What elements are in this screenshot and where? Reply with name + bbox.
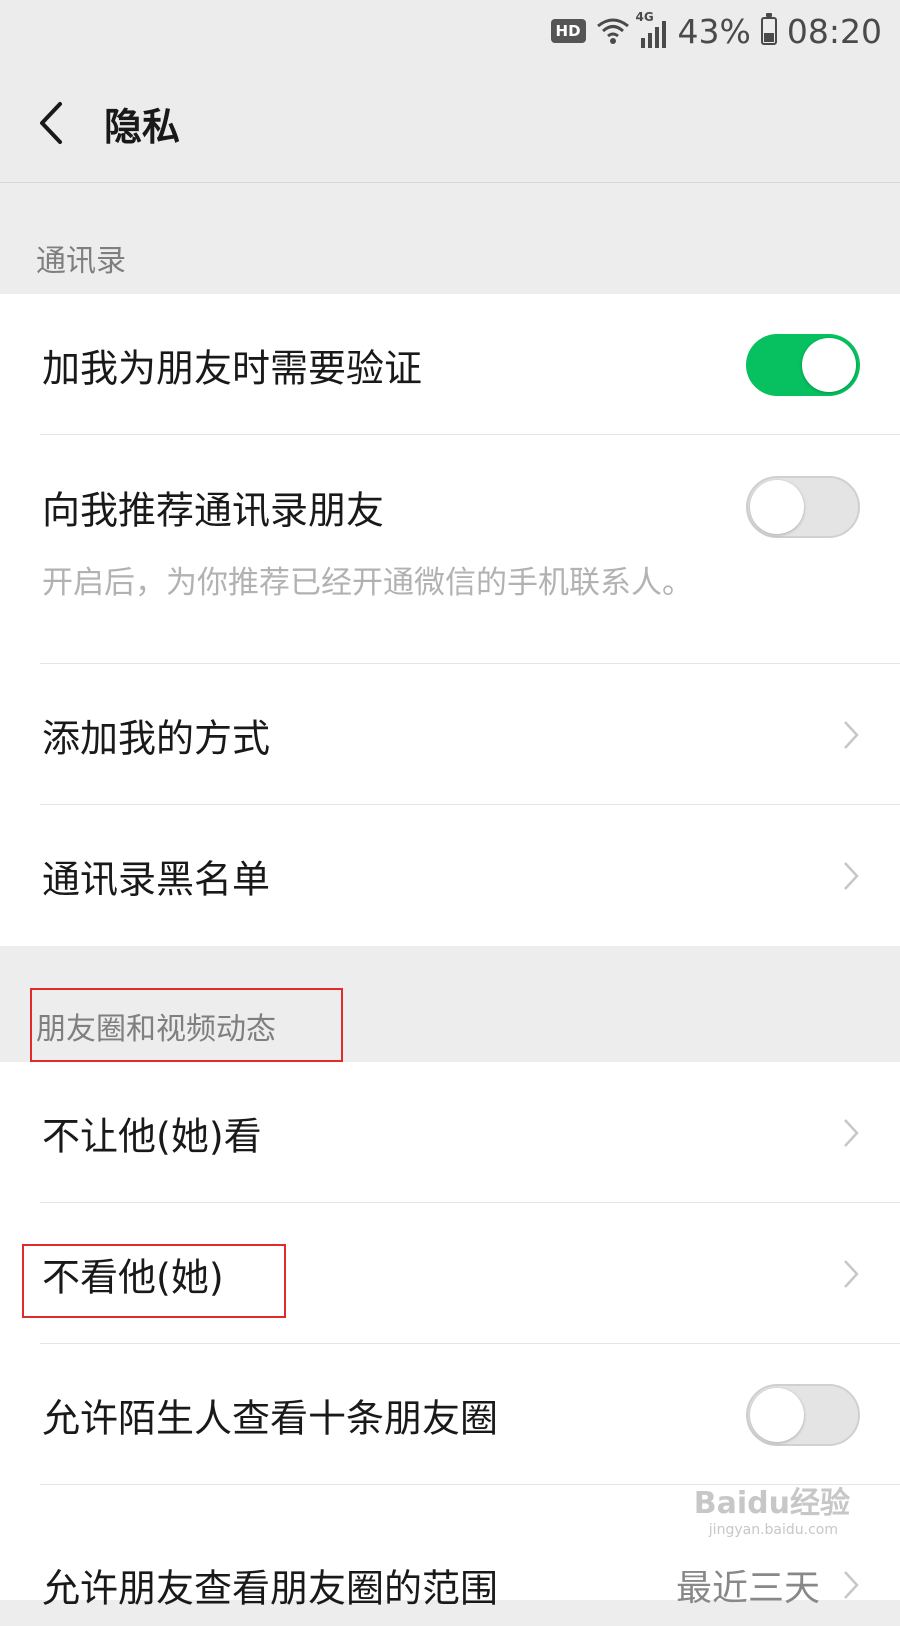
setting-label: 不让他(她)看 — [42, 1114, 262, 1158]
setting-require-verification: 加我为朋友时需要验证 — [0, 294, 900, 435]
toggle-knob — [750, 1388, 804, 1442]
wifi-icon — [596, 18, 629, 44]
setting-label: 允许朋友查看朋友圈的范围 — [42, 1566, 499, 1611]
setting-label: 添加我的方式 — [42, 716, 271, 760]
battery-icon — [760, 13, 777, 45]
highlight-box-hide-their-posts — [22, 1244, 286, 1318]
chevron-right-icon — [844, 720, 859, 749]
chevron-right-icon — [844, 861, 859, 890]
signal-icon: 4G — [636, 10, 668, 48]
setting-recommend-contacts: 向我推荐通讯录朋友 开启后，为你推荐已经开通微信的手机联系人。 — [0, 435, 900, 664]
stranger-ten-posts-toggle[interactable] — [746, 1384, 860, 1446]
contacts-settings-card: 加我为朋友时需要验证 向我推荐通讯录朋友 开启后，为你推荐已经开通微信的手机联系… — [0, 294, 900, 946]
setting-hint: 开启后，为你推荐已经开通微信的手机联系人。 — [42, 565, 693, 601]
setting-label: 通讯录黑名单 — [42, 857, 271, 901]
status-bar: HD 4G 43% 08:20 — [0, 0, 900, 62]
setting-label: 向我推荐通讯录朋友 — [42, 488, 385, 533]
visible-range-value: 最近三天 — [675, 1568, 820, 1609]
setting-add-methods[interactable]: 添加我的方式 — [0, 664, 900, 805]
setting-stranger-ten-posts: 允许陌生人查看十条朋友圈 — [0, 1344, 900, 1485]
clock: 08:20 — [786, 11, 882, 51]
battery-percent: 43% — [677, 11, 751, 51]
toggle-knob — [802, 338, 856, 392]
toggle-knob — [750, 480, 804, 534]
watermark-logo: Baidu经验 — [693, 1486, 850, 1521]
require-verification-toggle[interactable] — [746, 334, 860, 396]
watermark-url: jingyan.baidu.com — [708, 1522, 838, 1538]
nav-bar: 隐私 — [0, 62, 900, 183]
setting-label: 允许陌生人查看十条朋友圈 — [42, 1396, 499, 1440]
back-arrow-icon[interactable] — [34, 100, 68, 146]
page-title: 隐私 — [104, 105, 181, 149]
network-type: 4G — [635, 10, 654, 24]
setting-label: 加我为朋友时需要验证 — [42, 346, 423, 390]
highlight-box-moments-header — [30, 988, 343, 1062]
chevron-right-icon — [844, 1571, 859, 1599]
hd-badge: HD — [550, 19, 586, 43]
recommend-contacts-toggle[interactable] — [746, 476, 860, 538]
setting-hide-my-posts[interactable]: 不让他(她)看 — [0, 1062, 900, 1203]
chevron-right-icon — [844, 1118, 859, 1147]
section-header-contacts: 通讯录 — [0, 182, 900, 294]
battery-fill — [763, 32, 774, 42]
section-header-label: 通讯录 — [36, 244, 126, 279]
setting-blacklist[interactable]: 通讯录黑名单 — [0, 805, 900, 946]
chevron-right-icon — [844, 1259, 859, 1288]
